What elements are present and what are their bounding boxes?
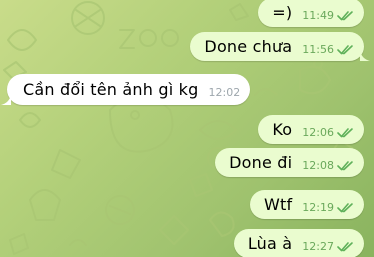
double-check-icon xyxy=(337,45,353,55)
chat-background: =) 11:49 Done chưa 11:56 Cần đổi tên ảnh… xyxy=(0,0,374,257)
message-text: Done đi xyxy=(229,153,293,172)
message-text: Cần đổi tên ảnh gì kg xyxy=(23,80,199,99)
message-text: Wtf xyxy=(263,195,293,214)
message-text: Ko xyxy=(272,120,293,139)
message-meta: 12:19 xyxy=(302,201,354,214)
message-meta: 12:27 xyxy=(302,240,354,253)
message-meta: 11:56 xyxy=(302,43,354,56)
message-meta: 11:49 xyxy=(302,9,354,22)
message-time: 11:49 xyxy=(302,9,334,22)
message-time: 11:56 xyxy=(302,43,334,56)
message-meta: 12:02 xyxy=(209,86,241,99)
message-bubble-outgoing[interactable]: Wtf 12:19 xyxy=(249,190,364,219)
message-text: =) xyxy=(272,3,293,22)
message-text: Done chưa xyxy=(204,37,293,56)
message-bubble-incoming[interactable]: Cần đổi tên ảnh gì kg 12:02 xyxy=(1,74,251,105)
message-bubble-outgoing[interactable]: =) 11:49 xyxy=(258,0,364,27)
message-bubble-outgoing[interactable]: Ko 12:06 xyxy=(258,115,364,144)
double-check-icon xyxy=(337,242,353,252)
message-time: 12:08 xyxy=(302,159,334,172)
double-check-icon xyxy=(337,11,353,21)
message-meta: 12:08 xyxy=(302,159,354,172)
bubble-tail xyxy=(360,51,370,61)
message-bubble-outgoing[interactable]: Done đi 12:08 xyxy=(215,148,364,177)
message-meta: 12:06 xyxy=(302,126,354,139)
bubble-tail xyxy=(1,95,11,105)
double-check-icon xyxy=(337,203,353,213)
message-time: 12:27 xyxy=(302,240,334,253)
message-bubble-outgoing[interactable]: Lùa à 12:27 xyxy=(233,229,364,257)
double-check-icon xyxy=(337,128,353,138)
message-time: 12:19 xyxy=(302,201,334,214)
message-time: 12:06 xyxy=(302,126,334,139)
double-check-icon xyxy=(337,161,353,171)
message-text: Lùa à xyxy=(247,234,293,253)
message-bubble-outgoing[interactable]: Done chưa 11:56 xyxy=(190,32,370,61)
message-time: 12:02 xyxy=(208,86,241,99)
